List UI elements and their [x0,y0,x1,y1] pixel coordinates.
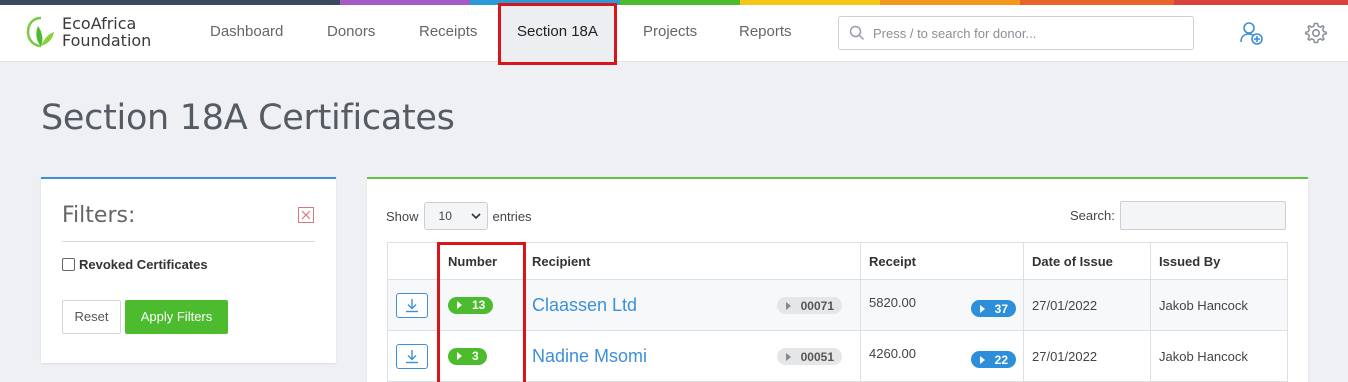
add-user-icon[interactable] [1239,20,1265,46]
show-label: Show [386,208,419,224]
caret-right-icon [785,301,791,310]
donor-ref-badge[interactable]: 00051 [776,348,842,365]
recipient-link[interactable]: Claassen Ltd [532,295,637,315]
donor-ref: 00071 [800,298,834,313]
donor-ref-badge[interactable]: 00071 [776,297,842,314]
entries-select[interactable]: 10 [423,202,488,230]
receipt-number: 22 [994,352,1008,367]
receipt-number-badge[interactable]: 37 [970,300,1016,317]
caret-right-icon [979,355,985,364]
donor-search-box[interactable] [838,16,1194,50]
col-header-receipt[interactable]: Receipt [860,242,1024,280]
filters-title: Filters: [62,203,136,228]
col-header-actions[interactable] [387,242,440,280]
logo[interactable]: EcoAfrica Foundation [26,15,151,49]
page-title: Section 18A Certificates [41,98,455,138]
number-cell: 13 [439,279,524,331]
entries-label: entries [492,208,532,224]
caret-right-icon [457,301,462,309]
nav-projects[interactable]: Projects [643,5,697,62]
col-header-date[interactable]: Date of Issue [1023,242,1151,280]
filters-divider [62,241,315,242]
revoked-checkbox[interactable] [62,258,75,271]
recipient-cell: Claassen Ltd 00071 [523,279,861,331]
download-button[interactable] [396,343,428,369]
date-cell: 27/01/2022 [1023,279,1151,331]
revoked-label: Revoked Certificates [79,257,208,272]
nav-reports[interactable]: Reports [739,5,792,62]
apply-filters-button[interactable]: Apply Filters [125,300,228,334]
caret-right-icon [785,352,791,361]
certificates-panel: Show 10 entries Search: Number Recipient… [367,177,1308,382]
receipt-amount: 4260.00 [869,346,916,361]
recipient-link[interactable]: Nadine Msomi [532,346,647,366]
chevron-down-icon [470,213,481,220]
download-button[interactable] [396,292,428,318]
recipient-cell: Nadine Msomi 00051 [523,330,861,382]
issued-by-cell: Jakob Hancock [1150,279,1288,331]
table-search: Search: [1070,201,1286,230]
receipt-amount: 5820.00 [869,295,916,310]
table-header-row: Number Recipient Receipt Date of Issue I… [387,242,1288,280]
top-navbar: EcoAfrica Foundation Dashboard Donors Re… [0,3,1348,65]
donor-search-input[interactable] [873,23,1183,43]
leaf-logo-icon [26,16,54,48]
reset-button[interactable]: Reset [62,300,121,334]
table-search-label: Search: [1070,208,1115,223]
logo-text: EcoAfrica Foundation [62,15,151,49]
close-icon[interactable] [298,207,314,223]
col-header-number[interactable]: Number [439,242,524,280]
col-header-recipient[interactable]: Recipient [523,242,861,280]
entries-control: Show 10 entries [386,202,532,230]
search-icon [849,25,865,41]
gear-icon[interactable] [1304,21,1328,45]
download-icon [406,298,418,312]
nav-section-18a[interactable]: Section 18A [498,3,617,65]
issued-by-cell: Jakob Hancock [1150,330,1288,382]
logo-line2: Foundation [62,31,152,50]
nav-receipts[interactable]: Receipts [419,5,477,62]
table-row: 3 Nadine Msomi 00051 4260.00 22 27/01/20… [387,330,1288,382]
certificates-table: Number Recipient Receipt Date of Issue I… [387,242,1288,382]
filters-panel: Filters: Revoked Certificates Reset Appl… [41,177,336,363]
certificate-number-badge[interactable]: 3 [448,347,487,365]
certificate-number: 13 [472,298,486,312]
certificate-number: 3 [472,349,479,363]
nav-dashboard[interactable]: Dashboard [210,5,283,62]
number-cell: 3 [439,330,524,382]
download-icon [406,349,418,363]
receipt-cell: 5820.00 37 [860,279,1024,331]
nav-donors[interactable]: Donors [327,5,375,62]
col-header-issued-by[interactable]: Issued By [1150,242,1288,280]
logo-line1: EcoAfrica [62,14,137,33]
table-search-input[interactable] [1119,201,1286,230]
donor-ref: 00051 [800,349,834,364]
actions-cell [387,279,440,331]
caret-right-icon [979,304,985,313]
date-cell: 27/01/2022 [1023,330,1151,382]
revoked-filter[interactable]: Revoked Certificates [62,257,208,272]
receipt-number-badge[interactable]: 22 [970,351,1016,368]
table-row: 13 Claassen Ltd 00071 5820.00 37 27/01/2… [387,279,1288,331]
receipt-cell: 4260.00 22 [860,330,1024,382]
receipt-number: 37 [994,301,1008,316]
certificate-number-badge[interactable]: 13 [448,296,494,314]
caret-right-icon [457,352,462,360]
actions-cell [387,330,440,382]
entries-value: 10 [438,209,452,223]
